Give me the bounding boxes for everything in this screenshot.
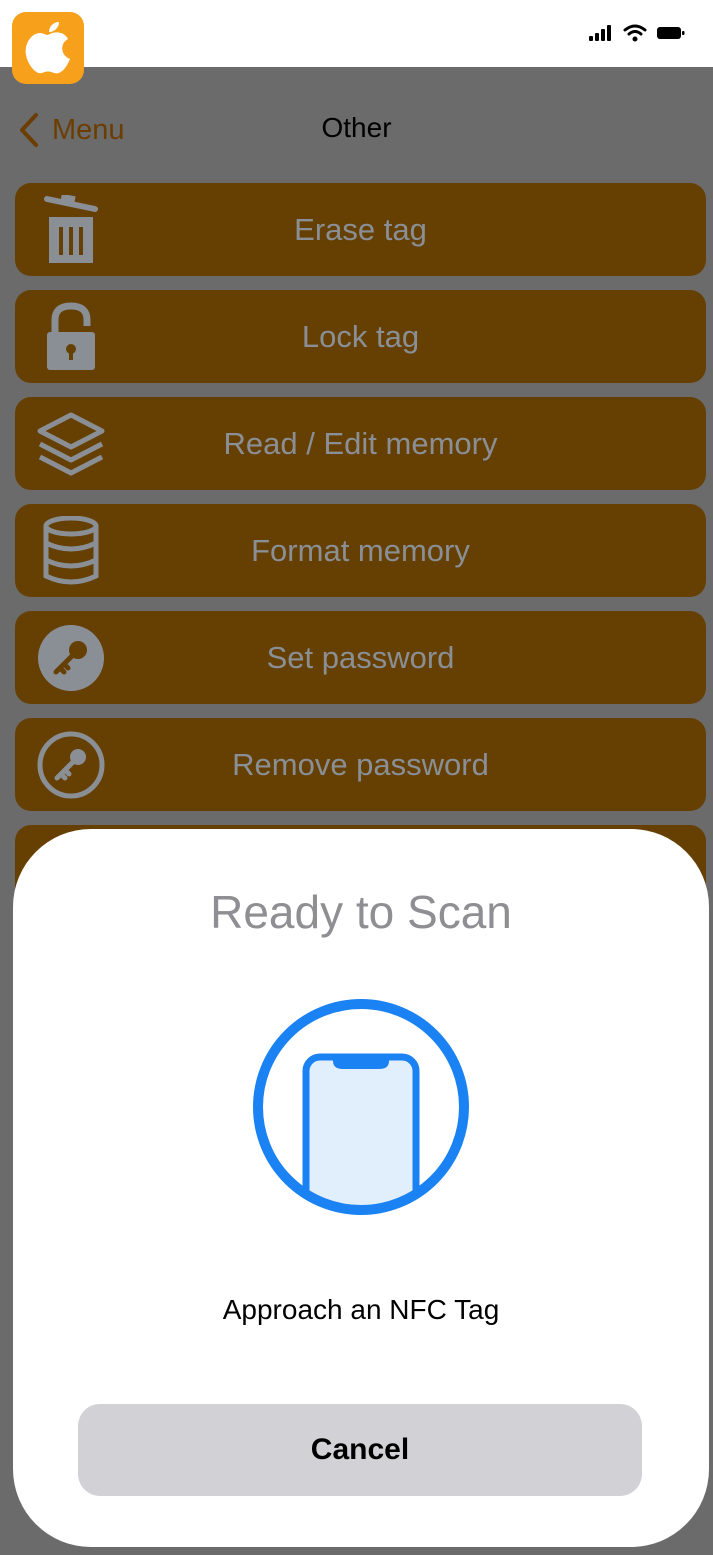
read-edit-memory-button[interactable]: Read / Edit memory [15, 397, 706, 490]
layers-icon [31, 407, 111, 481]
wifi-icon [623, 24, 647, 42]
erase-tag-button[interactable]: Erase tag [15, 183, 706, 276]
database-icon [31, 514, 111, 588]
sheet-title: Ready to Scan [210, 886, 512, 938]
status-bar [0, 0, 713, 67]
sheet-message: Approach an NFC Tag [222, 1294, 500, 1325]
lock-icon [31, 300, 111, 374]
menu-item-label: Set password [266, 639, 455, 675]
key-filled-icon [31, 621, 111, 695]
trash-icon [31, 193, 111, 267]
nfc-scan-sheet: Ready to Scan Approach an NFC Tag Cancel [13, 829, 709, 1547]
menu-item-label: Read / Edit memory [223, 425, 498, 461]
menu-item-label: Lock tag [301, 318, 420, 354]
set-password-button[interactable]: Set password [15, 611, 706, 704]
app-icon [12, 12, 84, 84]
menu-item-label: Remove password [232, 746, 489, 782]
lock-tag-button[interactable]: Lock tag [15, 290, 706, 383]
nfc-phone-icon [253, 999, 469, 1215]
battery-icon [657, 27, 685, 39]
page-title: Other [321, 112, 392, 143]
cellular-signal-icon [589, 25, 611, 41]
menu-item-label: Format memory [251, 532, 470, 568]
apple-logo-icon [25, 22, 71, 74]
status-icons [589, 24, 685, 42]
cancel-button[interactable]: Cancel [78, 1404, 642, 1496]
menu-item-label: Erase tag [294, 211, 427, 247]
format-memory-button[interactable]: Format memory [15, 504, 706, 597]
key-outline-icon [31, 728, 111, 802]
remove-password-button[interactable]: Remove password [15, 718, 706, 811]
